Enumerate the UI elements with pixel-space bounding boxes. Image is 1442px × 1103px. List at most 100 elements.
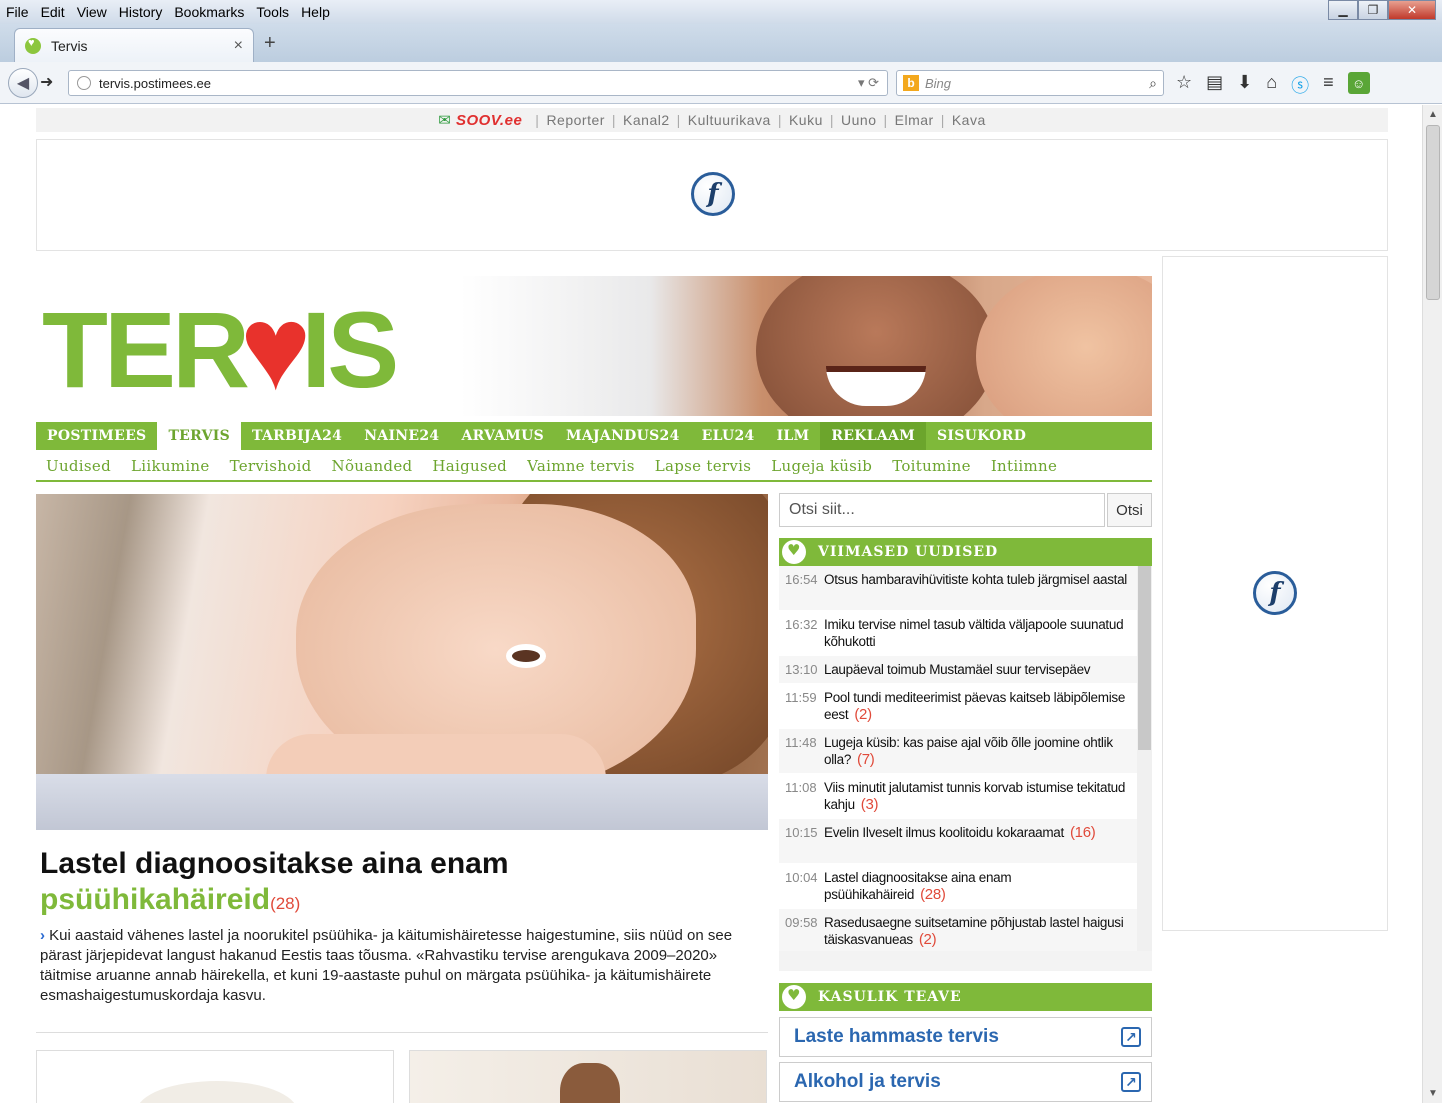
flash-plugin-icon[interactable]: f xyxy=(691,172,735,216)
subnav-intiimne[interactable]: Intiimne xyxy=(981,457,1067,475)
nav-ilm[interactable]: ILM xyxy=(766,422,821,450)
toplink-kultuurikava[interactable]: Kultuurikava xyxy=(688,112,771,128)
nav-naine24[interactable]: NAINE24 xyxy=(353,422,450,450)
close-window-icon[interactable]: ✕ xyxy=(1388,0,1436,20)
nav-majandus24[interactable]: MAJANDUS24 xyxy=(555,422,691,450)
subnav-nouanded[interactable]: Nõuanded xyxy=(322,457,423,475)
url-text[interactable]: tervis.postimees.ee xyxy=(99,76,858,91)
site-search-button[interactable]: Otsi xyxy=(1107,493,1152,527)
side-banner-ad[interactable]: f xyxy=(1162,256,1388,931)
menu-file[interactable]: File xyxy=(0,4,35,20)
news-title[interactable]: Otsus hambaravihüvitiste kohta tuleb jär… xyxy=(824,572,1127,587)
magnifier-icon[interactable]: ⌕ xyxy=(1149,75,1163,92)
scroll-down-icon[interactable]: ▼ xyxy=(1428,1088,1438,1099)
soov-logo[interactable]: SOOV.ee xyxy=(438,111,522,129)
news-title[interactable]: Rasedusaegne suitsetamine põhjustab last… xyxy=(824,915,1124,947)
news-title[interactable]: Laupäeval toimub Mustamäel suur tervisep… xyxy=(824,662,1091,677)
nav-reklaam[interactable]: REKLAAM xyxy=(820,422,927,450)
news-title[interactable]: Evelin Ilveselt ilmus koolitoidu kokaraa… xyxy=(824,825,1064,840)
menu-view[interactable]: View xyxy=(71,4,113,20)
bookmark-star-icon[interactable]: ☆ xyxy=(1176,72,1192,98)
download-icon[interactable]: ⬇ xyxy=(1237,72,1252,98)
list-item[interactable]: 13:10 Laupäeval toimub Mustamäel suur te… xyxy=(779,656,1137,684)
list-item[interactable]: 09:58 Rasedusaegne suitsetamine põhjusta… xyxy=(779,909,1137,951)
list-item[interactable]: 16:54 Otsus hambaravihüvitiste kohta tul… xyxy=(779,566,1137,611)
top-banner-ad[interactable]: f xyxy=(36,139,1388,251)
menu-bookmarks[interactable]: Bookmarks xyxy=(168,4,250,20)
search-placeholder[interactable]: Bing xyxy=(925,76,1149,91)
teaser-card[interactable] xyxy=(409,1050,767,1103)
useful-link-label[interactable]: Alkohol ja tervis xyxy=(794,1071,941,1093)
scroll-thumb[interactable] xyxy=(1426,125,1440,300)
addon-icon[interactable]: ☺ xyxy=(1347,72,1370,94)
forward-arrow-icon[interactable]: ➜ xyxy=(40,72,53,92)
list-item[interactable]: 10:04 Lastel diagnoositakse aina enam ps… xyxy=(779,864,1137,909)
menu-help[interactable]: Help xyxy=(295,4,336,20)
useful-link-label[interactable]: Laste hammaste tervis xyxy=(794,1026,999,1048)
news-comment-count[interactable]: (2) xyxy=(919,931,937,948)
external-link-icon[interactable]: ↗ xyxy=(1121,1027,1141,1047)
subnav-haigused[interactable]: Haigused xyxy=(422,457,517,475)
page-scrollbar[interactable]: ▲ ▼ xyxy=(1422,105,1442,1103)
minimize-icon[interactable]: ▁ xyxy=(1328,0,1358,20)
toplink-kanal2[interactable]: Kanal2 xyxy=(623,112,670,128)
back-arrow-icon[interactable]: ◀ xyxy=(8,68,38,98)
list-item[interactable]: 10:15 Evelin Ilveselt ilmus koolitoidu k… xyxy=(779,819,1137,864)
article-main-image[interactable] xyxy=(36,494,768,830)
toplink-elmar[interactable]: Elmar xyxy=(895,112,934,128)
hamburger-menu-icon[interactable]: ≡ xyxy=(1323,72,1334,98)
nav-sisukord[interactable]: SISUKORD xyxy=(926,422,1037,450)
nav-arvamus[interactable]: ARVAMUS xyxy=(450,422,555,450)
list-item[interactable]: 11:48 Lugeja küsib: kas paise ajal võib … xyxy=(779,729,1137,774)
subnav-liikumine[interactable]: Liikumine xyxy=(121,457,220,475)
subnav-uudised[interactable]: Uudised xyxy=(36,457,121,475)
news-comment-count[interactable]: (28) xyxy=(920,886,946,903)
news-comment-count[interactable]: (16) xyxy=(1070,824,1096,841)
news-title[interactable]: Imiku tervise nimel tasub vältida väljap… xyxy=(824,617,1124,649)
tervis-logo[interactable]: TER ♥ IS xyxy=(42,288,399,410)
toplink-kava[interactable]: Kava xyxy=(952,112,986,128)
list-item[interactable]: 11:59 Pool tundi mediteerimist päevas ka… xyxy=(779,684,1137,729)
skype-icon[interactable]: ⓢ xyxy=(1291,72,1309,98)
list-item[interactable]: 16:32 Imiku tervise nimel tasub vältida … xyxy=(779,611,1137,656)
news-comment-count[interactable]: (3) xyxy=(861,796,879,813)
home-icon[interactable]: ⌂ xyxy=(1266,72,1277,98)
subnav-lapse-tervis[interactable]: Lapse tervis xyxy=(645,457,762,475)
useful-link-alcohol[interactable]: Alkohol ja tervis ↗ xyxy=(779,1062,1152,1102)
list-item[interactable]: 11:08 Viis minutit jalutamist tunnis kor… xyxy=(779,774,1137,819)
toplink-reporter[interactable]: Reporter xyxy=(546,112,604,128)
news-scroll-thumb[interactable] xyxy=(1138,566,1151,750)
scroll-up-icon[interactable]: ▲ xyxy=(1428,109,1438,120)
subnav-lugeja-kusib[interactable]: Lugeja küsib xyxy=(761,457,882,475)
menu-edit[interactable]: Edit xyxy=(35,4,71,20)
url-bar[interactable]: tervis.postimees.ee ▾ ⟳ xyxy=(68,70,888,96)
nav-tervis[interactable]: TERVIS xyxy=(157,422,241,450)
external-link-icon[interactable]: ↗ xyxy=(1121,1072,1141,1092)
flash-plugin-icon[interactable]: f xyxy=(1253,571,1297,615)
subnav-toitumine[interactable]: Toitumine xyxy=(882,457,981,475)
toplink-uuno[interactable]: Uuno xyxy=(841,112,876,128)
article-headline[interactable]: Lastel diagnoositakse aina enam psüühika… xyxy=(40,846,770,922)
maximize-icon[interactable]: ❐ xyxy=(1358,0,1388,20)
menu-tools[interactable]: Tools xyxy=(250,4,295,20)
site-search-input[interactable]: Otsi siit... xyxy=(779,493,1105,527)
tab-tervis[interactable]: Tervis × xyxy=(14,28,254,62)
subnav-tervishoid[interactable]: Tervishoid xyxy=(220,457,322,475)
nav-tarbija24[interactable]: TARBIJA24 xyxy=(241,422,353,450)
news-comment-count[interactable]: (2) xyxy=(854,706,872,723)
menu-history[interactable]: History xyxy=(113,4,169,20)
headline-line2[interactable]: psüühikahäireid xyxy=(40,883,270,916)
nav-postimees[interactable]: POSTIMEES xyxy=(36,422,157,450)
news-title[interactable]: Lastel diagnoositakse aina enam psüühika… xyxy=(824,870,1012,902)
teaser-card[interactable] xyxy=(36,1050,394,1103)
toplink-kuku[interactable]: Kuku xyxy=(789,112,823,128)
comment-count[interactable]: (28) xyxy=(270,894,300,913)
useful-link-teeth[interactable]: Laste hammaste tervis ↗ xyxy=(779,1017,1152,1057)
headline-line1[interactable]: Lastel diagnoositakse aina enam xyxy=(40,846,770,882)
news-list-scrollbar[interactable] xyxy=(1137,566,1152,951)
bookmarks-list-icon[interactable]: ▤ xyxy=(1206,72,1223,98)
search-bar[interactable]: b Bing ⌕ xyxy=(896,70,1164,96)
reload-icon[interactable]: ▾ ⟳ xyxy=(858,75,887,91)
subnav-vaimne-tervis[interactable]: Vaimne tervis xyxy=(517,457,645,475)
tab-close-icon[interactable]: × xyxy=(234,37,243,55)
